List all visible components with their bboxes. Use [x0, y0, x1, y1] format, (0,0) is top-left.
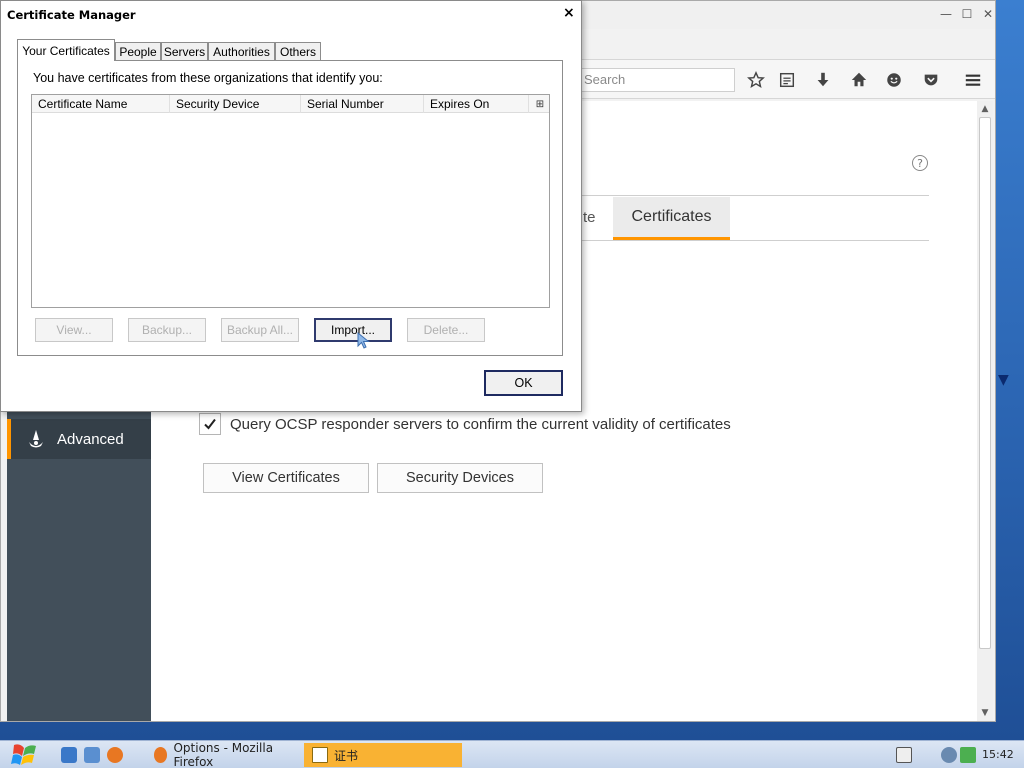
panel-description: You have certificates from these organiz… [33, 71, 383, 85]
downloads-icon[interactable] [812, 69, 834, 91]
tab-people[interactable]: People [115, 42, 161, 60]
maximize-button[interactable]: ☐ [958, 7, 976, 21]
page-scrollbar[interactable]: ▲ ▼ [977, 101, 993, 721]
view-button: View... [35, 318, 113, 342]
minimize-button[interactable]: — [937, 7, 955, 21]
taskbar-item-firefox[interactable]: Options - Mozilla Firefox [146, 741, 294, 768]
backup-button: Backup... [128, 318, 206, 342]
desktop-partial-icon: ▼ [998, 372, 1009, 388]
mouse-cursor-icon [357, 331, 370, 349]
bookmark-star-icon[interactable] [745, 69, 767, 91]
keyboard-tray-icon[interactable] [896, 747, 912, 763]
tab-your-certificates[interactable]: Your Certificates [17, 39, 115, 61]
dialog-close-icon[interactable]: × [563, 5, 575, 21]
pocket-icon[interactable] [920, 69, 942, 91]
certificate-manager-dialog: Certificate Manager × Your Certificates … [0, 0, 582, 412]
close-window-button[interactable]: ✕ [979, 7, 997, 21]
ocsp-label: Query OCSP responder servers to confirm … [230, 415, 731, 433]
tab-others[interactable]: Others [275, 42, 321, 60]
scroll-up-icon[interactable]: ▲ [977, 101, 993, 117]
column-certificate-name[interactable]: Certificate Name [32, 95, 170, 113]
clock[interactable]: 15:42 [982, 748, 1014, 761]
dialog-title: Certificate Manager [7, 8, 136, 22]
hamburger-menu-icon[interactable] [962, 69, 984, 91]
security-tray-icon[interactable] [960, 747, 976, 763]
firefox-icon [154, 747, 168, 763]
start-button-icon[interactable] [10, 742, 40, 768]
ok-button[interactable]: OK [484, 370, 563, 396]
sidebar-item-advanced[interactable]: Advanced [7, 419, 151, 459]
tab-partial[interactable]: te [583, 209, 596, 226]
firefox-quicklaunch-icon[interactable] [107, 747, 123, 763]
taskbar: Options - Mozilla Firefox 证书 15:42 [0, 740, 1024, 768]
checkmark-icon [204, 418, 216, 430]
ocsp-checkbox[interactable] [199, 413, 221, 435]
taskbar-item-label: Options - Mozilla Firefox [173, 741, 274, 768]
advanced-wizard-icon [29, 430, 43, 448]
hello-smiley-icon[interactable] [883, 69, 905, 91]
tabs-divider-bottom [577, 240, 929, 241]
column-picker-icon[interactable]: ⊞ [529, 95, 551, 113]
tabs-divider-top [577, 195, 929, 196]
security-devices-button[interactable]: Security Devices [377, 463, 543, 493]
tab-authorities[interactable]: Authorities [208, 42, 275, 60]
column-security-device[interactable]: Security Device [170, 95, 301, 113]
delete-button: Delete... [407, 318, 485, 342]
view-certificates-button[interactable]: View Certificates [203, 463, 369, 493]
backup-all-button: Backup All... [221, 318, 299, 342]
tab-certificates[interactable]: Certificates [613, 197, 730, 240]
window-icon [312, 747, 328, 763]
taskbar-item-certificate[interactable]: 证书 [304, 743, 462, 767]
explorer-quicklaunch-icon[interactable] [84, 747, 100, 763]
table-header: Certificate Name Security Device Serial … [32, 95, 549, 113]
taskbar-item-label: 证书 [334, 748, 359, 763]
reading-list-icon[interactable] [776, 69, 798, 91]
sidebar-item-label: Advanced [57, 430, 124, 448]
your-certificates-panel: You have certificates from these organiz… [17, 60, 563, 356]
network-tray-icon[interactable] [941, 747, 957, 763]
dialog-titlebar: Certificate Manager × [1, 1, 581, 27]
certificates-table[interactable]: Certificate Name Security Device Serial … [31, 94, 550, 308]
search-input[interactable]: Search [575, 68, 735, 92]
import-button[interactable]: Import... [314, 318, 392, 342]
scroll-thumb[interactable] [979, 117, 991, 649]
ie-quicklaunch-icon[interactable] [61, 747, 77, 763]
ocsp-option: Query OCSP responder servers to confirm … [199, 413, 731, 435]
column-expires-on[interactable]: Expires On [424, 95, 529, 113]
home-icon[interactable] [848, 69, 870, 91]
column-serial-number[interactable]: Serial Number [301, 95, 424, 113]
help-icon[interactable]: ? [912, 155, 928, 171]
tab-servers[interactable]: Servers [161, 42, 208, 60]
scroll-down-icon[interactable]: ▼ [977, 705, 993, 721]
